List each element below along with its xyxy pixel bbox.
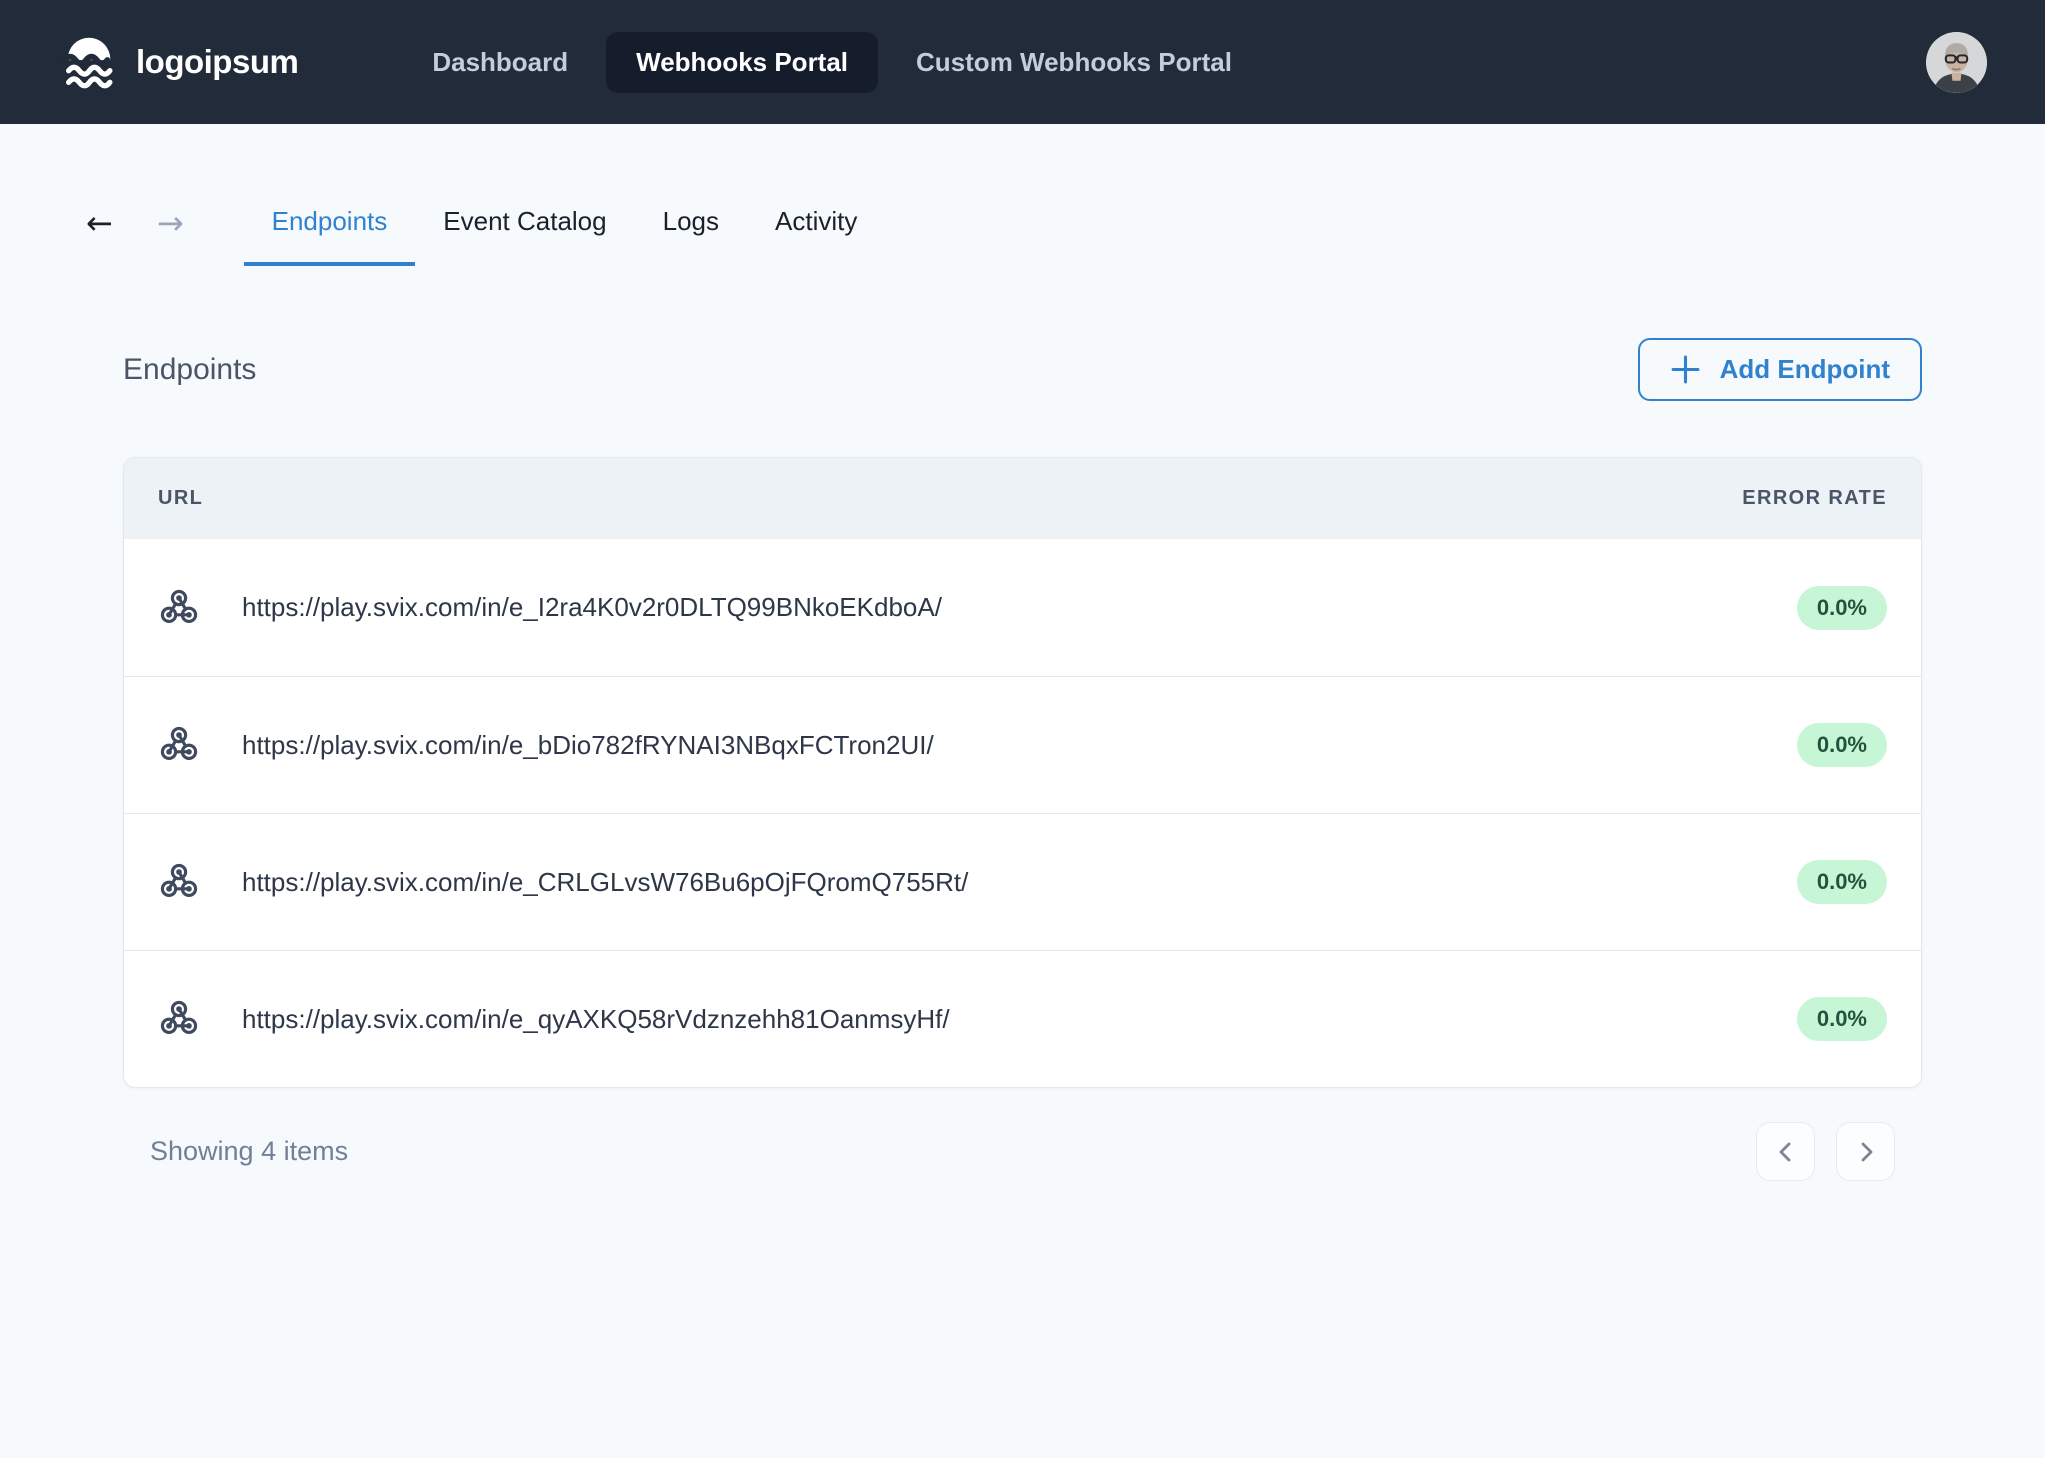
- nav-item-dashboard[interactable]: Dashboard: [402, 32, 598, 93]
- webhook-icon: [158, 724, 200, 766]
- pagination: [1756, 1122, 1895, 1181]
- table-header: URL ERROR RATE: [124, 458, 1921, 539]
- add-endpoint-button[interactable]: Add Endpoint: [1637, 338, 1922, 401]
- primary-nav: Dashboard Webhooks Portal Custom Webhook…: [402, 31, 1262, 93]
- main-content: Endpoints Add Endpoint URL ERROR RATE ht…: [0, 338, 2045, 1181]
- logo-waves-icon: [58, 31, 120, 93]
- endpoints-table: URL ERROR RATE https://play.svix.com/in/…: [123, 457, 1922, 1088]
- column-header-url: URL: [158, 487, 204, 509]
- error-rate-badge: 0.0%: [1796, 997, 1887, 1041]
- table-footer: Showing 4 items: [123, 1122, 1922, 1181]
- error-rate-badge: 0.0%: [1796, 860, 1887, 904]
- logo[interactable]: logoipsum: [58, 31, 299, 93]
- tab-event-catalog[interactable]: Event Catalog: [415, 204, 634, 266]
- endpoint-url: https://play.svix.com/in/e_qyAXKQ58rVdzn…: [242, 1003, 950, 1034]
- column-header-error-rate: ERROR RATE: [1742, 487, 1887, 509]
- page-title: Endpoints: [123, 352, 257, 386]
- chevron-left-icon: [1773, 1139, 1799, 1165]
- tab-activity[interactable]: Activity: [747, 204, 885, 266]
- endpoint-url: https://play.svix.com/in/e_bDio782fRYNAI…: [242, 729, 934, 760]
- top-navbar: logoipsum Dashboard Webhooks Portal Cust…: [0, 0, 2045, 124]
- forward-button[interactable]: →: [157, 206, 184, 266]
- logo-text: logoipsum: [136, 43, 299, 80]
- nav-item-custom-webhooks-portal[interactable]: Custom Webhooks Portal: [886, 32, 1262, 93]
- items-count-summary: Showing 4 items: [150, 1136, 349, 1166]
- webhook-icon: [158, 861, 200, 903]
- tabs: Endpoints Event Catalog Logs Activity: [243, 204, 886, 266]
- table-row[interactable]: https://play.svix.com/in/e_bDio782fRYNAI…: [124, 676, 1921, 813]
- chevron-right-icon: [1853, 1139, 1879, 1165]
- webhook-icon: [158, 587, 200, 629]
- endpoint-url: https://play.svix.com/in/e_CRLGLvsW76Bu6…: [242, 866, 969, 897]
- error-rate-badge: 0.0%: [1796, 585, 1887, 630]
- error-rate-badge: 0.0%: [1796, 723, 1887, 767]
- plus-icon: [1670, 354, 1701, 385]
- user-photo-icon: [1926, 31, 1987, 93]
- table-row[interactable]: https://play.svix.com/in/e_CRLGLvsW76Bu6…: [124, 813, 1921, 950]
- webhook-icon: [158, 998, 200, 1040]
- endpoint-url: https://play.svix.com/in/e_I2ra4K0v2r0DL…: [242, 592, 942, 622]
- nav-item-webhooks-portal[interactable]: Webhooks Portal: [606, 31, 879, 93]
- table-row[interactable]: https://play.svix.com/in/e_I2ra4K0v2r0DL…: [124, 539, 1921, 676]
- table-row[interactable]: https://play.svix.com/in/e_qyAXKQ58rVdzn…: [124, 950, 1921, 1087]
- add-endpoint-label: Add Endpoint: [1719, 354, 1890, 384]
- next-page-button[interactable]: [1836, 1122, 1895, 1181]
- tab-endpoints[interactable]: Endpoints: [243, 204, 416, 266]
- tab-bar: ← → Endpoints Event Catalog Logs Activit…: [0, 204, 2045, 266]
- back-button[interactable]: ←: [86, 206, 113, 266]
- avatar[interactable]: [1926, 31, 1987, 93]
- tab-logs[interactable]: Logs: [635, 204, 747, 266]
- previous-page-button[interactable]: [1756, 1122, 1815, 1181]
